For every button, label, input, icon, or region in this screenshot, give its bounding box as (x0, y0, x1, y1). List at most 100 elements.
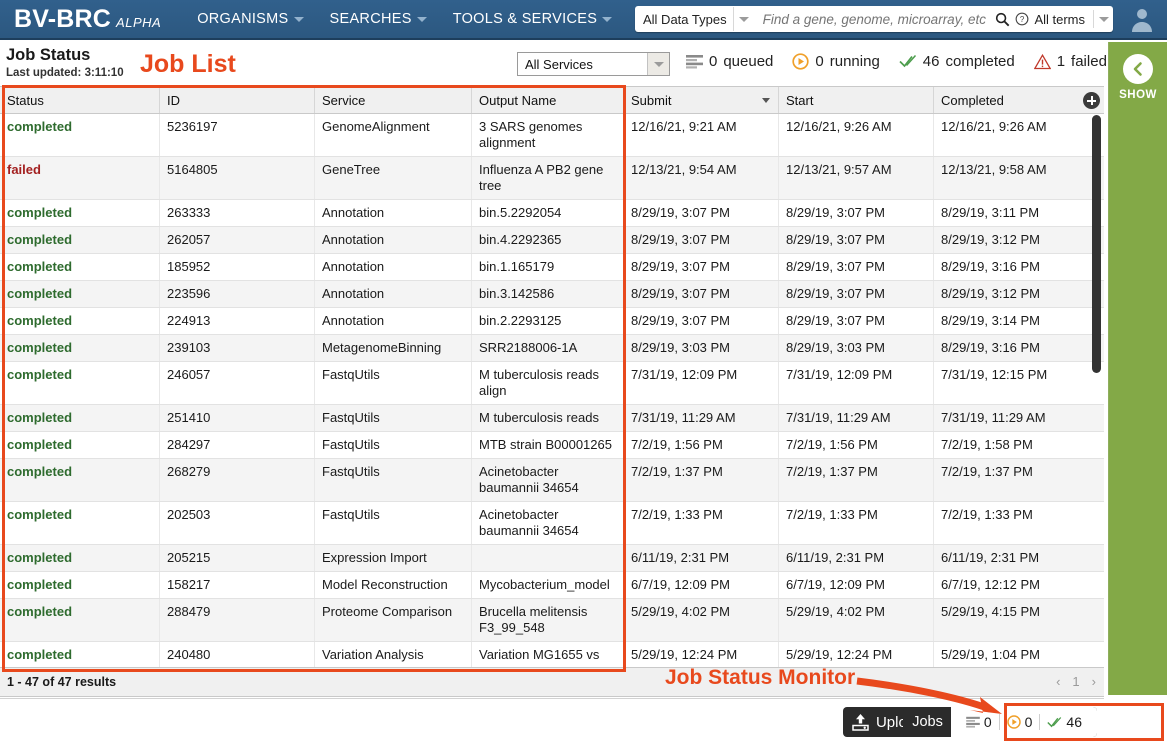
brand-logo[interactable]: BV-BRC ALPHA (14, 5, 161, 34)
column-header-output-name[interactable]: Output Name (472, 87, 624, 113)
chevron-down-icon (602, 16, 613, 22)
cell-completed: 8/29/19, 3:14 PM (941, 313, 1041, 328)
cell-service: FastqUtils (315, 459, 472, 501)
table-row[interactable]: completed 5236197 GenomeAlignment 3 SARS ge… (0, 114, 1104, 157)
previous-page-button[interactable]: ‹ (1056, 674, 1060, 689)
table-scrollbar[interactable] (1092, 115, 1101, 641)
search-input[interactable] (754, 11, 996, 27)
counter-failed[interactable]: 1 failed (1033, 53, 1107, 70)
table-row[interactable]: completed 240480 Variation Analysis Variati… (0, 642, 1104, 668)
counter-value: 1 (1056, 53, 1066, 70)
cell-start: 7/2/19, 1:33 PM (779, 502, 934, 544)
column-header-completed[interactable]: Completed (934, 87, 1089, 113)
cell-output: Brucella melitensis F3_99_548 (472, 599, 624, 641)
user-avatar-icon[interactable] (1128, 5, 1156, 33)
cell-service: Model Reconstruction (315, 572, 472, 598)
chevron-down-icon[interactable] (1099, 16, 1109, 22)
table-row[interactable]: completed 202503 FastqUtils Acinetobacter b… (0, 502, 1104, 545)
brand-alpha-tag: ALPHA (116, 14, 162, 30)
cell-submit: 5/29/19, 4:02 PM (624, 599, 779, 641)
column-header-service[interactable]: Service (315, 87, 472, 113)
counter-running[interactable]: 0 running (792, 53, 880, 70)
column-header-submit[interactable]: Submit (624, 87, 779, 113)
column-header-id[interactable]: ID (160, 87, 315, 113)
plus-circle-icon[interactable] (1083, 92, 1100, 109)
cell-start: 5/29/19, 12:24 PM (779, 642, 934, 668)
jobs-count-running[interactable]: 0 (998, 714, 1040, 730)
cell-completed: 7/31/19, 12:15 PM (941, 367, 1048, 382)
cell-submit: 7/2/19, 1:37 PM (624, 459, 779, 501)
table-row[interactable]: completed 263333 Annotation bin.5.2292054 8/… (0, 200, 1104, 227)
cell-completed: 8/29/19, 3:12 PM (941, 232, 1041, 247)
cell-service: Annotation (315, 254, 472, 280)
cell-id: 223596 (160, 281, 315, 307)
status-badge: completed (7, 604, 73, 619)
table-row[interactable]: completed 239103 MetagenomeBinning SRR21880… (0, 335, 1104, 362)
cell-output: MTB strain B00001265 (472, 432, 624, 458)
cell-output: Acinetobacter baumannii 34654 (472, 502, 624, 544)
counter-label: running (829, 53, 880, 70)
table-row[interactable]: completed 246057 FastqUtils M tuberculosis … (0, 362, 1104, 405)
scrollbar-thumb[interactable] (1092, 115, 1101, 373)
jobs-count-completed[interactable]: 46 (1039, 714, 1089, 730)
column-header-status[interactable]: Status (0, 87, 160, 113)
chevron-down-icon[interactable] (647, 53, 669, 75)
panel-toggle-button[interactable] (1123, 54, 1153, 84)
cell-output: Influenza A PB2 gene tree (472, 157, 624, 199)
table-row[interactable]: completed 224913 Annotation bin.2.2293125 8/… (0, 308, 1104, 335)
status-badge: completed (7, 464, 73, 479)
column-header-start[interactable]: Start (779, 87, 934, 113)
table-row[interactable]: completed 251410 FastqUtils M tuberculosis … (0, 405, 1104, 432)
cell-service: FastqUtils (315, 502, 472, 544)
jobs-status-widget[interactable]: Jobs 0 0 46 (903, 707, 1097, 737)
upload-icon (852, 714, 869, 731)
cell-status: completed (0, 114, 160, 156)
table-row[interactable]: completed 288479 Proteome Comparison Brucel… (0, 599, 1104, 642)
status-badge: completed (7, 507, 73, 522)
table-row[interactable]: completed 223596 Annotation bin.3.142586 8/2… (0, 281, 1104, 308)
next-page-button[interactable]: › (1092, 674, 1096, 689)
counter-completed[interactable]: 46 completed (899, 53, 1015, 70)
search-data-type-label[interactable]: All Data Types (635, 12, 733, 27)
cell-completed: 8/29/19, 3:16 PM (941, 340, 1041, 355)
right-side-panel[interactable]: SHOW (1108, 42, 1167, 695)
table-row[interactable]: failed 5164805 GeneTree Influenza A PB2 gen… (0, 157, 1104, 200)
cell-start: 7/2/19, 1:56 PM (779, 432, 934, 458)
counter-queued[interactable]: 0 queued (686, 53, 773, 70)
table-row[interactable]: completed 268279 FastqUtils Acinetobacter b… (0, 459, 1104, 502)
cell-completed: 8/29/19, 3:12 PM (941, 286, 1041, 301)
nav-item-searches[interactable]: SEARCHES (330, 11, 427, 27)
status-badge: completed (7, 410, 73, 425)
cell-service: Annotation (315, 227, 472, 253)
table-row[interactable]: completed 158217 Model Reconstruction Mycob… (0, 572, 1104, 599)
nav-item-tools-and-services[interactable]: TOOLS & SERVICES (453, 11, 613, 27)
cell-start: 8/29/19, 3:07 PM (779, 200, 934, 226)
counter-value: 0 (709, 53, 718, 70)
queue-icon (966, 716, 980, 728)
table-row[interactable]: completed 205215 Expression Import 6/11/19,… (0, 545, 1104, 572)
cell-output: bin.1.165179 (472, 254, 624, 280)
cell-submit: 6/7/19, 12:09 PM (624, 572, 779, 598)
status-badge: completed (7, 550, 73, 565)
status-badge: completed (7, 437, 73, 452)
question-circle-icon[interactable]: ? (1015, 12, 1029, 26)
current-page-number: 1 (1072, 674, 1080, 689)
queue-icon (686, 55, 703, 69)
cell-submit: 12/16/21, 9:21 AM (624, 114, 779, 156)
search-data-type-dropdown[interactable] (732, 7, 755, 31)
chevron-left-icon (1133, 62, 1142, 76)
cell-output (472, 545, 624, 571)
counter-value: 46 (922, 53, 940, 70)
service-filter-select[interactable]: All Services (517, 52, 670, 76)
cell-submit: 8/29/19, 3:07 PM (624, 281, 779, 307)
nav-item-organisms[interactable]: ORGANISMS (197, 11, 304, 27)
cell-start: 8/29/19, 3:07 PM (779, 254, 934, 280)
bottom-dock: Uploads Jobs 0 0 (0, 698, 1104, 745)
table-row[interactable]: completed 284297 FastqUtils MTB strain B000… (0, 432, 1104, 459)
table-row[interactable]: completed 185952 Annotation bin.1.165179 8/2… (0, 254, 1104, 281)
table-row[interactable]: completed 262057 Annotation bin.4.2292365 8/… (0, 227, 1104, 254)
cell-completed: 12/16/21, 9:26 AM (941, 119, 1047, 134)
search-icon[interactable] (995, 12, 1010, 27)
jobs-count-queued[interactable]: 0 (959, 714, 999, 730)
search-terms-mode-label[interactable]: All terms (1034, 12, 1085, 27)
